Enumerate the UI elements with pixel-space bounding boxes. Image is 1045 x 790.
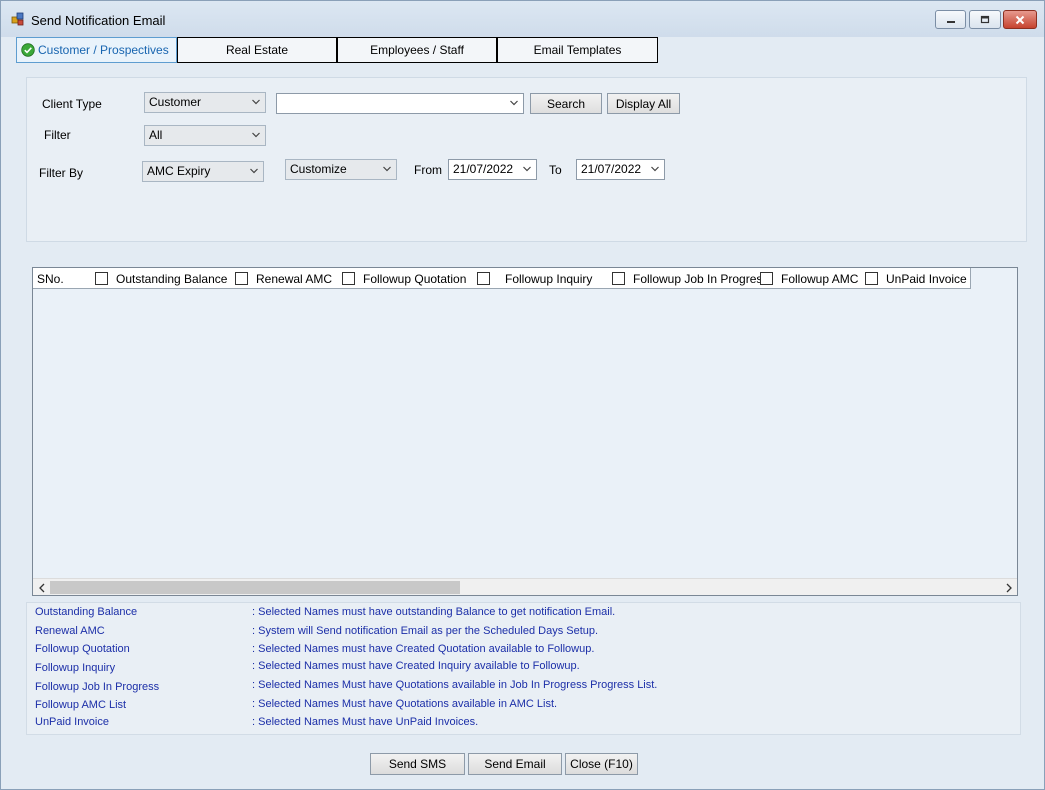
tab-email-templates[interactable]: Email Templates <box>497 37 658 63</box>
header-checkbox[interactable] <box>95 272 108 285</box>
filter-value: All <box>149 128 163 142</box>
filter-by-label: Filter By <box>39 166 84 180</box>
tab-employees-staff[interactable]: Employees / Staff <box>337 37 497 63</box>
from-date-value: 21/07/2022 <box>453 162 514 176</box>
tab-label: Real Estate <box>225 43 289 57</box>
filter-by-value: AMC Expiry <box>147 164 211 178</box>
legend-name: UnPaid Invoice <box>35 716 109 728</box>
send-sms-button[interactable]: Send SMS <box>370 753 465 775</box>
client-search-combo[interactable] <box>276 93 524 114</box>
filter-label: Filter <box>44 128 71 142</box>
column-label: UnPaid Invoice <box>886 271 967 286</box>
scroll-left-button[interactable] <box>33 579 50 596</box>
app-icon <box>11 12 24 26</box>
tab-real-estate[interactable]: Real Estate <box>177 37 337 63</box>
legend-name: Followup Inquiry <box>35 662 116 674</box>
legend-name: Followup AMC List <box>35 699 127 711</box>
header-checkbox[interactable] <box>342 272 355 285</box>
filter-by-select[interactable]: AMC Expiry <box>142 161 264 182</box>
chevron-down-icon <box>250 168 258 174</box>
close-window-button[interactable] <box>1003 10 1037 29</box>
column-label: Followup Inquiry <box>505 271 593 286</box>
to-label: To <box>549 163 562 177</box>
send-email-button[interactable]: Send Email <box>468 753 562 775</box>
scroll-right-button[interactable] <box>1000 579 1017 596</box>
column-label: Followup AMC <box>781 271 859 286</box>
legend-panel: Outstanding Balance : Selected Names mus… <box>26 602 1021 735</box>
column-outstanding-balance[interactable]: Outstanding Balance <box>95 268 227 289</box>
date-range-value: Customize <box>290 162 347 176</box>
chevron-down-icon <box>523 166 531 172</box>
legend-name: Outstanding Balance <box>35 606 138 618</box>
column-followup-job-in-progress[interactable]: Followup Job In Progress <box>612 268 768 289</box>
chevron-down-icon <box>651 166 659 172</box>
chevron-down-icon <box>252 132 260 138</box>
from-label: From <box>414 163 442 177</box>
search-button[interactable]: Search <box>530 93 602 114</box>
legend-description: : System will Send notification Email as… <box>252 625 599 637</box>
tab-label: Employees / Staff <box>370 43 464 57</box>
column-followup-inquiry[interactable]: Followup Inquiry <box>477 268 592 289</box>
restore-icon <box>980 15 990 24</box>
scrollbar-thumb[interactable] <box>50 581 460 594</box>
legend-name: Renewal AMC <box>35 625 105 637</box>
column-followup-quotation[interactable]: Followup Quotation <box>342 268 466 289</box>
client-type-select[interactable]: Customer <box>144 92 266 113</box>
tab-label: Email Templates <box>533 43 622 57</box>
to-date-picker[interactable]: 21/07/2022 <box>576 159 665 180</box>
notification-grid[interactable]: SNo. Outstanding Balance Renewal AMC Fol… <box>32 267 1018 596</box>
chevron-down-icon <box>510 100 518 106</box>
legend-description: : Selected Names Must have Quotations av… <box>252 698 558 710</box>
legend-name: Followup Job In Progress <box>35 681 160 693</box>
close-button[interactable]: Close (F10) <box>565 753 638 775</box>
close-icon <box>1015 15 1025 24</box>
to-date-value: 21/07/2022 <box>581 162 642 176</box>
column-label: Followup Quotation <box>363 271 467 286</box>
maximize-button[interactable] <box>969 10 1001 29</box>
chevron-right-icon <box>1006 583 1012 592</box>
check-circle-icon <box>21 43 35 57</box>
header-checkbox[interactable] <box>865 272 878 285</box>
header-checkbox[interactable] <box>477 272 490 285</box>
legend-description: : Selected Names Must have UnPaid Invoic… <box>252 716 479 728</box>
tab-label: Customer / Prospectives <box>38 43 169 57</box>
legend-name: Followup Quotation <box>35 643 130 655</box>
column-label: Outstanding Balance <box>116 271 228 286</box>
minimize-button[interactable] <box>935 10 966 29</box>
title-bar: Send Notification Email <box>1 1 1044 37</box>
chevron-left-icon <box>38 583 44 592</box>
header-checkbox[interactable] <box>235 272 248 285</box>
chevron-down-icon <box>383 166 391 172</box>
from-date-picker[interactable]: 21/07/2022 <box>448 159 537 180</box>
date-range-select[interactable]: Customize <box>285 159 397 180</box>
client-type-label: Client Type <box>42 97 102 111</box>
column-label: SNo. <box>37 271 64 286</box>
display-all-button[interactable]: Display All <box>607 93 680 114</box>
column-followup-amc[interactable]: Followup AMC <box>760 268 858 289</box>
legend-description: : Selected Names must have Created Quota… <box>252 643 595 655</box>
grid-header: SNo. Outstanding Balance Renewal AMC Fol… <box>33 268 971 289</box>
legend-description: : Selected Names must have Created Inqui… <box>252 660 580 672</box>
client-type-value: Customer <box>149 95 202 109</box>
column-sno: SNo. <box>37 268 64 289</box>
column-renewal-amc[interactable]: Renewal AMC <box>235 268 332 289</box>
notification-window: Send Notification Email Customer / Prosp… <box>0 0 1045 790</box>
column-label: Followup Job In Progress <box>633 271 769 286</box>
header-checkbox[interactable] <box>760 272 773 285</box>
chevron-down-icon <box>252 99 260 105</box>
legend-description: : Selected Names must have outstanding B… <box>252 606 616 618</box>
horizontal-scrollbar[interactable] <box>33 578 1017 595</box>
header-checkbox[interactable] <box>612 272 625 285</box>
minimize-icon <box>946 20 955 23</box>
window-title: Send Notification Email <box>31 13 166 28</box>
filter-select[interactable]: All <box>144 125 266 146</box>
column-unpaid-invoice[interactable]: UnPaid Invoice <box>865 268 967 289</box>
column-label: Renewal AMC <box>256 271 333 286</box>
legend-description: : Selected Names Must have Quotations av… <box>252 679 658 691</box>
tab-customer-prospectives[interactable]: Customer / Prospectives <box>16 37 177 63</box>
